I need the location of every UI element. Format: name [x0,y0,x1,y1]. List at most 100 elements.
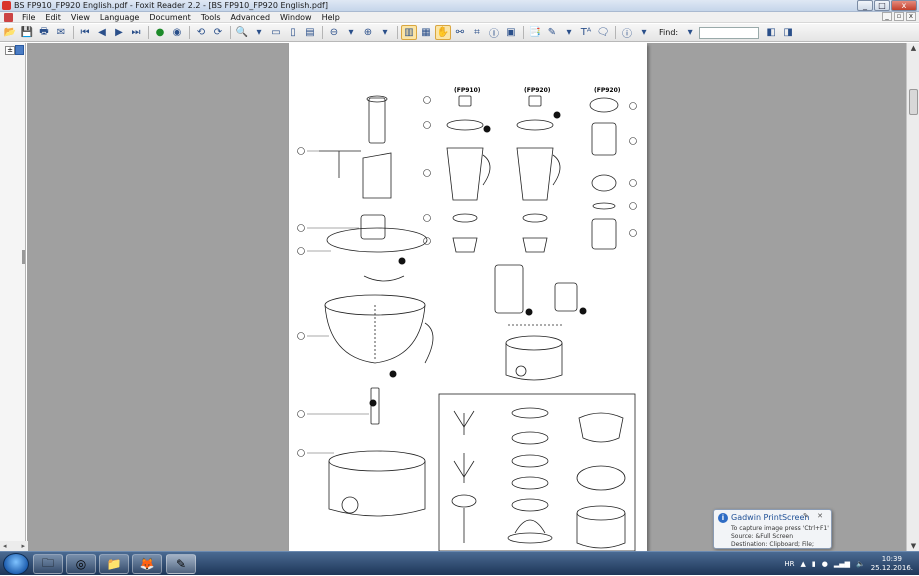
rotate-right-icon[interactable]: ⟳ [210,25,226,40]
highlight-icon[interactable]: ✎ [544,25,560,40]
minimize-button[interactable]: _ [857,0,873,11]
panel-splitter-handle[interactable] [22,250,25,264]
maximize-button[interactable]: □ [874,0,890,11]
previous-page-icon[interactable]: ◀ [94,25,110,40]
next-page-icon[interactable]: ▶ [111,25,127,40]
find-next-icon[interactable]: ◨ [780,25,796,40]
highlight-dropdown-icon[interactable]: ▾ [561,25,577,40]
zoom-dropdown-icon[interactable]: ▾ [251,25,267,40]
scroll-right-arrow-icon[interactable]: ▸ [21,542,25,550]
search-binoculars-icon[interactable]: ⚯ [452,25,468,40]
zoom-in-dropdown-icon[interactable]: ▾ [377,25,393,40]
menu-window[interactable]: Window [275,13,317,22]
go-forward-icon[interactable]: ◉ [169,25,185,40]
first-page-icon[interactable]: ⏮ [77,25,93,40]
image-select-icon[interactable]: ▣ [503,25,519,40]
rotate-left-icon[interactable]: ⟲ [193,25,209,40]
document-window-controls: _ ▫ x [882,12,916,21]
volume-icon[interactable]: 🔈 [856,560,865,568]
small-base-top [505,335,563,351]
fit-page-icon[interactable]: ▯ [285,25,301,40]
bookmarks-panel-icon[interactable] [15,45,24,55]
vertical-scrollbar[interactable]: ▲ ▼ [906,43,919,551]
notification-line-1: To capture image press 'Ctrl+F1' [731,525,829,532]
scrollbar-thumb[interactable] [909,89,918,115]
open-icon[interactable]: 📂 [2,25,18,40]
folder-taskbar-icon[interactable]: 📁 [99,554,129,574]
menu-advanced[interactable]: Advanced [226,13,276,22]
zoom-icon[interactable]: 🔍 [234,25,250,40]
assembled-bowl-two [576,465,626,491]
email-icon[interactable]: ✉ [53,25,69,40]
foxit-app-icon [2,1,11,10]
scroll-up-arrow-icon[interactable]: ▲ [908,43,919,53]
jug-handle-fp920 [552,154,561,186]
find-options-icon[interactable]: ▾ [682,25,698,40]
bookmark-icon[interactable]: 📑 [527,25,543,40]
gadwin-tray-icon[interactable]: ● [822,560,828,568]
title-bar: BS FP910_FP920 English.pdf - Foxit Reade… [0,0,919,12]
disc-cover [511,407,549,419]
find-previous-icon[interactable]: ◧ [763,25,779,40]
menu-tools[interactable]: Tools [196,13,226,22]
text-select-icon[interactable]: Ⓘ [486,25,502,40]
motor-base [328,461,426,517]
signal-icon[interactable]: ▂▄▆ [834,560,850,568]
notification-buttons[interactable]: ✎ ✕ [803,512,826,520]
actual-size-icon[interactable]: ▭ [268,25,284,40]
help-icon[interactable]: ⓘ [619,25,635,40]
hand-tool-icon[interactable]: ✋ [435,25,451,40]
doc-close-button[interactable]: x [906,12,916,21]
menu-file[interactable]: File [17,13,40,22]
help-dropdown-icon[interactable]: ▾ [636,25,652,40]
firefox-taskbar-icon[interactable]: 🦊 [132,554,162,574]
tray-expand-icon[interactable]: ▲ [800,560,805,568]
snapshot-icon[interactable]: ⌗ [469,25,485,40]
toolbar-separator [322,26,323,39]
menu-view[interactable]: View [66,13,95,22]
find-input[interactable] [699,26,760,39]
panel-horizontal-scrollbar[interactable]: ◂ ▸ [0,541,28,551]
last-page-icon[interactable]: ⏭ [128,25,144,40]
clock[interactable]: 10:39 25.12.2016. [871,555,913,573]
typewriter-icon[interactable]: Tᴬ [578,25,594,40]
gadwin-notification[interactable]: i Gadwin PrintScreen ✎ ✕ To capture imag… [713,509,832,549]
save-icon[interactable]: 💾 [19,25,35,40]
language-indicator[interactable]: HR [784,560,794,568]
doc-minimize-button[interactable]: _ [882,12,892,21]
clock-time: 10:39 [881,555,902,563]
start-button[interactable] [3,553,29,575]
close-button[interactable]: x [891,0,917,11]
zoom-out-icon[interactable]: ⊖ [326,25,342,40]
fit-width-icon[interactable]: ▤ [302,25,318,40]
foxit-taskbar-icon[interactable]: ✎ [166,554,196,574]
expand-bookmarks-icon[interactable]: ± [5,46,15,55]
single-page-icon[interactable]: ▥ [401,25,417,40]
doc-restore-button[interactable]: ▫ [894,12,904,21]
mill-blade [591,174,617,192]
menu-edit[interactable]: Edit [40,13,66,22]
explorer-taskbar-icon[interactable]: 🗀 [33,554,63,574]
blender-lid-fp910 [446,119,484,131]
juicer-sieve [507,532,553,544]
print-icon[interactable]: 🖶 [36,25,52,40]
menu-help[interactable]: Help [317,13,345,22]
menu-bar: File Edit View Language Document Tools A… [0,12,919,23]
document-icon[interactable] [4,12,13,22]
network-icon[interactable]: ▮ [812,560,816,568]
zoom-out-dropdown-icon[interactable]: ▾ [343,25,359,40]
jug-handle-fp910 [482,154,491,186]
document-viewport[interactable]: (FP910) (FP920) (FP920) [27,43,906,551]
scroll-down-arrow-icon[interactable]: ▼ [908,541,919,551]
pusher-cap [366,95,388,103]
go-back-icon[interactable]: ● [152,25,168,40]
media-taskbar-icon[interactable]: ◎ [66,554,96,574]
sealing-ring-fp910 [452,213,478,223]
note-icon[interactable]: 🗨 [595,25,611,40]
continuous-page-icon[interactable]: ▦ [418,25,434,40]
toolbar-separator [615,26,616,39]
menu-document[interactable]: Document [144,13,195,22]
zoom-in-icon[interactable]: ⊕ [360,25,376,40]
menu-language[interactable]: Language [95,13,144,22]
scroll-left-arrow-icon[interactable]: ◂ [3,542,7,550]
